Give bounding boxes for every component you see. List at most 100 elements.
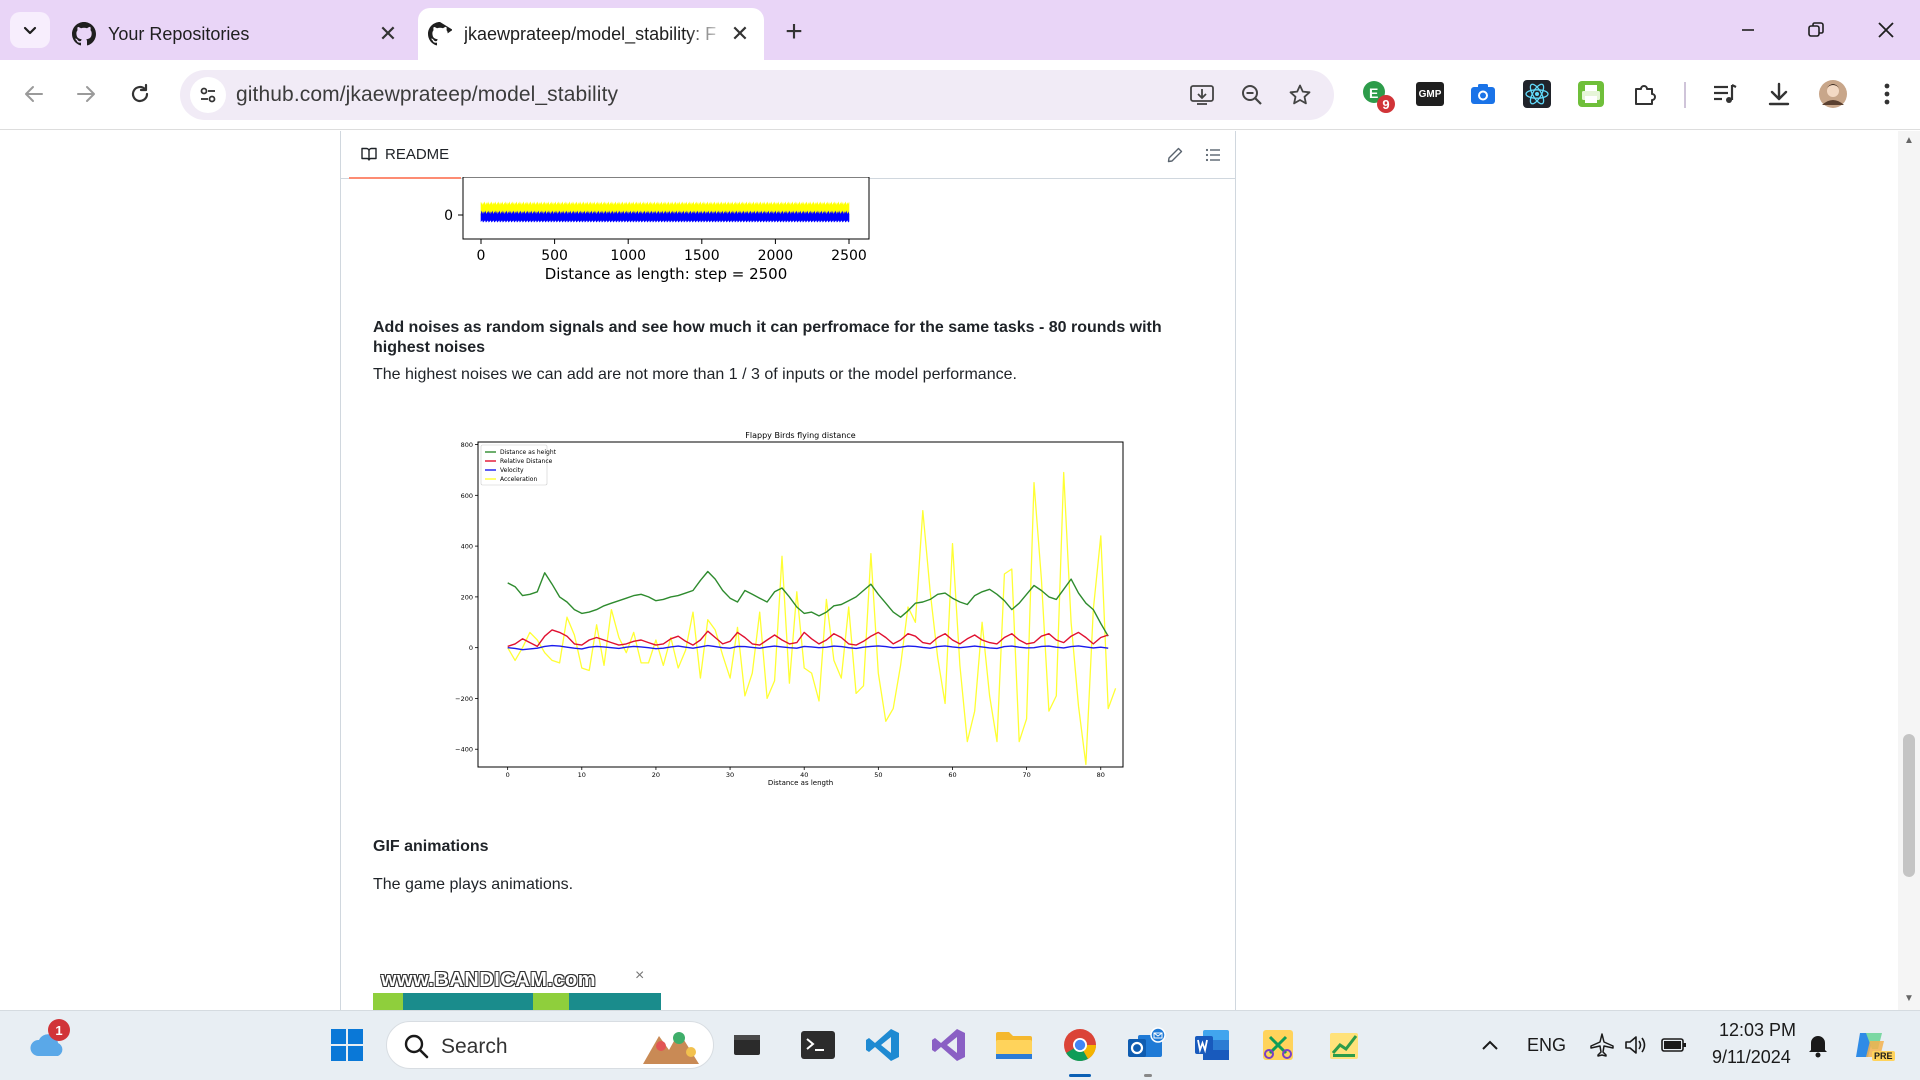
tab-your-repositories[interactable]: Your Repositories ✕ bbox=[62, 8, 412, 60]
noise-description: The highest noises we can add are not mo… bbox=[373, 366, 1017, 383]
taskbar-terminal[interactable] bbox=[796, 1023, 840, 1067]
chart2-x-tick-label: 30 bbox=[726, 771, 734, 779]
close-window-button[interactable] bbox=[1864, 8, 1908, 52]
tab-model-stability[interactable]: jkaewprateep/model_stability: F ✕ bbox=[418, 8, 764, 60]
reload-button[interactable] bbox=[120, 74, 160, 114]
more-vert-icon bbox=[1884, 83, 1890, 105]
tab-close-icon[interactable]: ✕ bbox=[726, 20, 754, 48]
taskbar-search[interactable]: Search bbox=[386, 1021, 714, 1069]
chart1-x-tick-label: 1500 bbox=[684, 248, 720, 264]
profile-button[interactable] bbox=[1818, 79, 1848, 109]
battery-indicator[interactable] bbox=[1652, 1023, 1696, 1067]
tab-search-menu-button[interactable] bbox=[10, 12, 50, 48]
chart2-y-tick-label: −400 bbox=[455, 746, 473, 754]
chart1-x-tick-label: 2500 bbox=[831, 248, 867, 264]
vscode-icon bbox=[866, 1029, 899, 1061]
copilot-button[interactable]: PRE bbox=[1848, 1023, 1895, 1067]
chart2-legend-label: Distance as height bbox=[500, 449, 557, 456]
chart2-x-tick-label: 0 bbox=[506, 771, 510, 779]
address-bar[interactable]: github.com/jkaewprateep/model_stability bbox=[180, 70, 1334, 120]
taskbar-file-explorer[interactable] bbox=[992, 1023, 1036, 1067]
search-icon bbox=[404, 1034, 429, 1059]
chevron-down-icon bbox=[23, 26, 37, 35]
speaker-icon bbox=[1625, 1036, 1646, 1054]
search-highlight-icon bbox=[643, 1032, 699, 1064]
restore-button[interactable] bbox=[1794, 8, 1838, 52]
chart1-y-tick-label: 0 bbox=[444, 208, 453, 224]
screenshot-extension-button[interactable] bbox=[1468, 79, 1498, 109]
downloads-button[interactable] bbox=[1764, 79, 1794, 109]
install-app-button[interactable] bbox=[1188, 81, 1216, 109]
terminal-icon bbox=[801, 1031, 835, 1059]
print-extension-button[interactable] bbox=[1576, 79, 1606, 109]
site-info-button[interactable] bbox=[190, 77, 226, 113]
chart1-x-tick-label: 2000 bbox=[758, 248, 794, 264]
outlook-icon bbox=[1128, 1027, 1166, 1057]
bookmark-button[interactable] bbox=[1286, 81, 1314, 109]
noise-heading: Add noises as random signals and see how… bbox=[373, 319, 1162, 356]
chart2-x-tick-label: 70 bbox=[1022, 771, 1030, 779]
chart2-y-tick-label: −200 bbox=[455, 695, 473, 703]
new-tab-button[interactable]: + bbox=[776, 14, 812, 50]
windows-taskbar: 1 Search ENG 12:03 PM 9/11/2024 PRE bbox=[0, 1010, 1920, 1080]
taskbar-visual-studio[interactable] bbox=[927, 1023, 971, 1067]
tab-strip: Your Repositories ✕ jkaewprateep/model_s… bbox=[0, 0, 1920, 60]
scroll-up-arrow[interactable]: ▲ bbox=[1903, 135, 1915, 147]
chart2-legend: Distance as height Relative Distance Veloc… bbox=[480, 444, 557, 486]
page-scrollbar[interactable]: ▲ ▼ bbox=[1898, 131, 1920, 1010]
gif-close-icon: × bbox=[635, 967, 645, 984]
chart1-x-axis-label: Distance as length: step = 2500 bbox=[545, 265, 788, 283]
taskbar-word[interactable] bbox=[1190, 1023, 1234, 1067]
extension-badge: 9 bbox=[1377, 95, 1395, 113]
chart2-title: Flappy Birds flying distance bbox=[745, 431, 855, 440]
copilot-badge: PRE bbox=[1872, 1051, 1895, 1061]
taskbar-task-view[interactable] bbox=[725, 1023, 769, 1067]
chart2-y-tick-label: 600 bbox=[461, 492, 473, 500]
gif-heading: GIF animations bbox=[373, 838, 489, 855]
outlook-running-indicator bbox=[1144, 1074, 1152, 1077]
page-viewport: README 0 0 500 1000 1500 2000 2500 Distance as … bbox=[0, 131, 1920, 1010]
start-button[interactable] bbox=[325, 1023, 369, 1067]
clock-time[interactable]: 12:03 PM bbox=[1719, 1020, 1796, 1041]
forward-button[interactable] bbox=[66, 74, 106, 114]
chart1-x-tick-label: 0 bbox=[477, 248, 486, 264]
show-hidden-icons-button[interactable] bbox=[1468, 1023, 1512, 1067]
readme-tab[interactable]: README bbox=[349, 131, 462, 179]
language-indicator[interactable]: ENG bbox=[1527, 1035, 1566, 1056]
download-icon bbox=[1768, 82, 1790, 106]
minimize-button[interactable] bbox=[1726, 8, 1770, 52]
gif-animation-preview: www.BANDICAM.com × bbox=[373, 965, 661, 1010]
extension-green-button[interactable]: E 9 bbox=[1361, 79, 1395, 113]
taskbar-outlook[interactable] bbox=[1124, 1023, 1168, 1067]
chart2-y-tick-label: 0 bbox=[469, 644, 473, 652]
chart2-x-tick-label: 40 bbox=[800, 771, 808, 779]
scrollbar-thumb[interactable] bbox=[1903, 734, 1915, 877]
taskbar-app-green[interactable] bbox=[1322, 1023, 1366, 1067]
extensions-menu-button[interactable] bbox=[1630, 79, 1660, 109]
chart2-x-tick-label: 10 bbox=[578, 771, 586, 779]
chrome-menu-button[interactable] bbox=[1872, 79, 1902, 109]
tune-icon bbox=[200, 87, 216, 103]
taskbar-chrome[interactable] bbox=[1058, 1023, 1102, 1067]
taskbar-snipping-tool[interactable] bbox=[1256, 1023, 1300, 1067]
edit-readme-button[interactable] bbox=[1163, 143, 1187, 167]
taskbar-vscode[interactable] bbox=[861, 1023, 905, 1067]
minimize-icon bbox=[1742, 29, 1754, 31]
notifications-button[interactable] bbox=[1796, 1023, 1840, 1067]
clock-date[interactable]: 9/11/2024 bbox=[1712, 1047, 1791, 1068]
weather-badge: 1 bbox=[48, 1019, 70, 1041]
battery-icon bbox=[1661, 1038, 1686, 1052]
back-button[interactable] bbox=[14, 74, 54, 114]
zoom-button[interactable] bbox=[1238, 81, 1266, 109]
distance-chart-step-2500: 0 0 500 1000 1500 2000 2500 Distance as length:… bbox=[444, 177, 870, 283]
react-devtools-button[interactable] bbox=[1522, 79, 1552, 109]
outline-button[interactable] bbox=[1201, 143, 1225, 167]
chart2-x-tick-label: 80 bbox=[1097, 771, 1105, 779]
media-control-button[interactable] bbox=[1710, 79, 1740, 109]
gif-grass bbox=[373, 993, 403, 1010]
zoom-out-icon bbox=[1242, 85, 1262, 105]
weather-widget[interactable]: 1 bbox=[26, 1019, 70, 1067]
tab-close-icon[interactable]: ✕ bbox=[374, 20, 402, 48]
scroll-down-arrow[interactable]: ▼ bbox=[1903, 993, 1915, 1005]
gmp-extension-button[interactable]: GMP bbox=[1414, 79, 1446, 109]
